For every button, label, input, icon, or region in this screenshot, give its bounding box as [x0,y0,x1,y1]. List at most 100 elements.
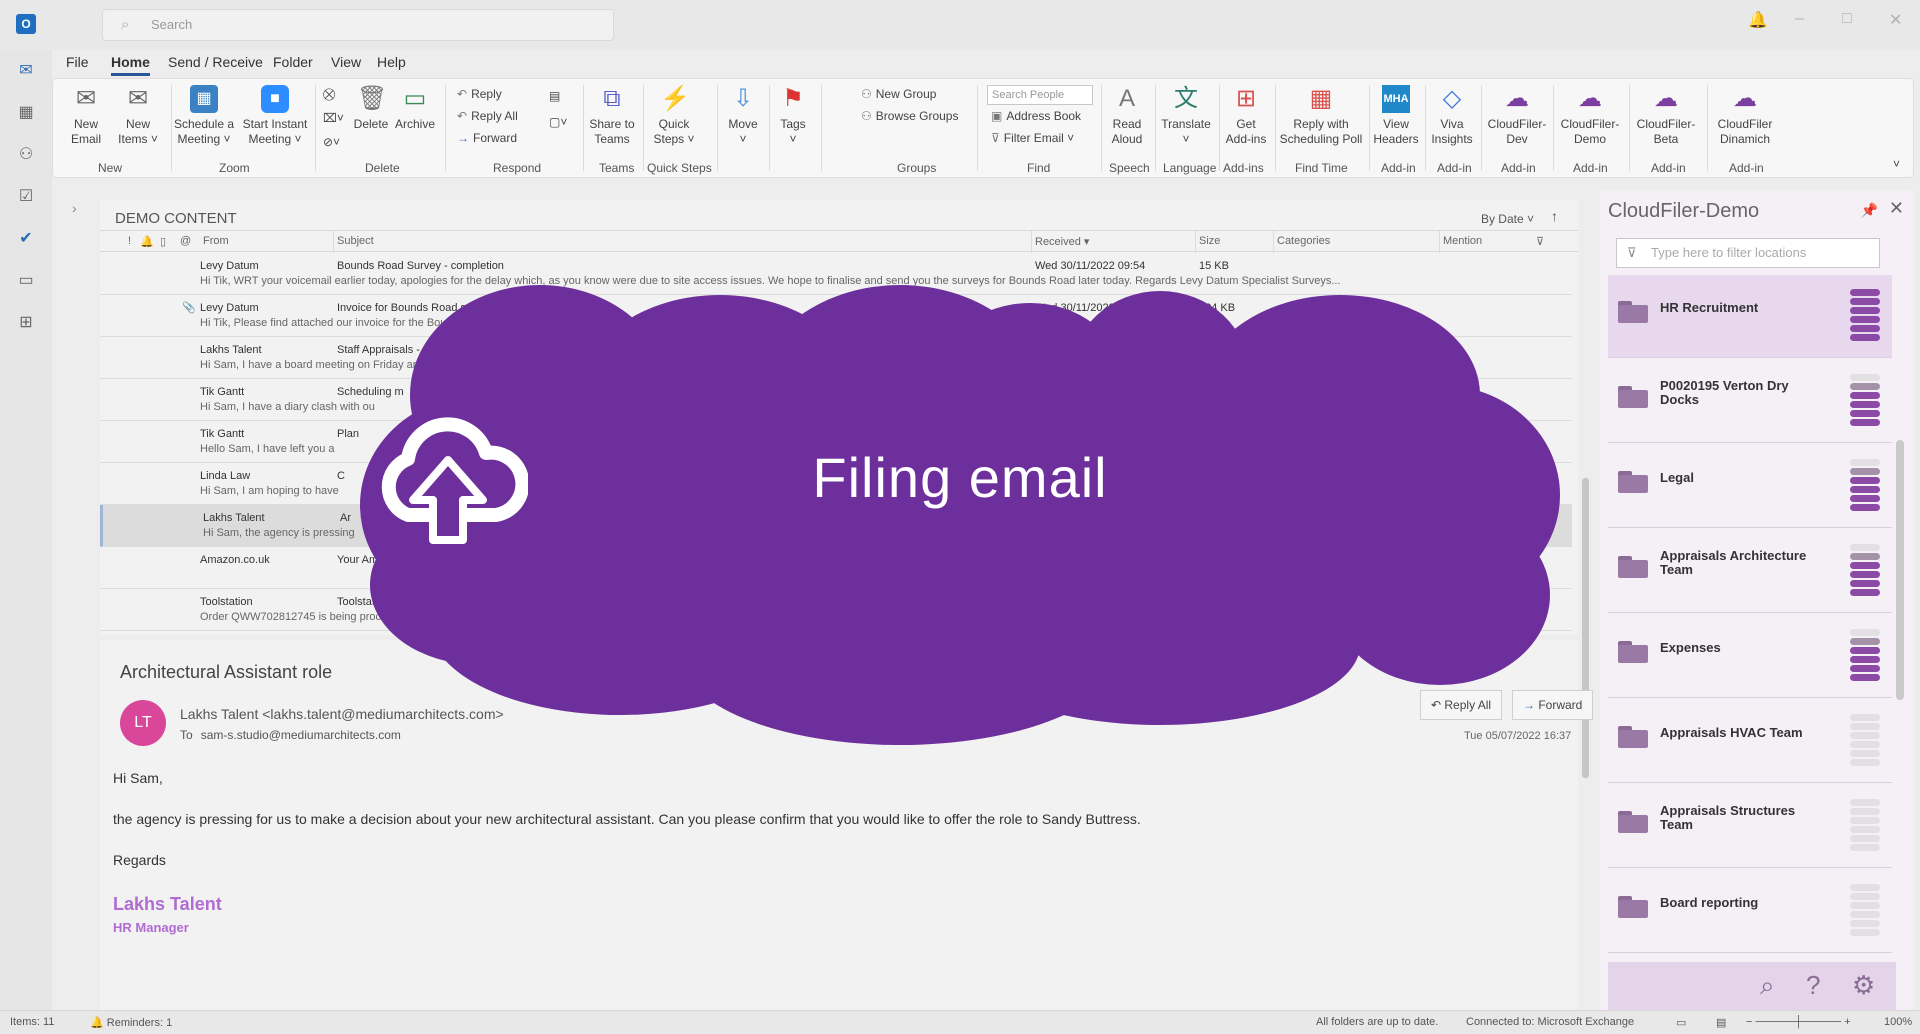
forward-button[interactable]: → Forward [1512,690,1594,720]
sort-direction-icon[interactable]: ↑ [1551,208,1558,224]
schedule-meeting-button[interactable]: ▦ Schedule a Meeting ˅ [169,85,239,147]
location-item[interactable]: Appraisals Architecture Team [1608,530,1892,613]
tags-button[interactable]: ⚑ Tags ˅ [773,85,813,147]
search-icon[interactable]: ⌕ [1760,970,1775,1002]
menu-help[interactable]: Help [377,54,406,70]
search-people-input[interactable]: Search People [987,85,1093,105]
cloudfiler-dinamich-button[interactable]: ☁ CloudFiler Dinamich [1711,85,1779,147]
bell-icon[interactable]: 🔔 [1748,10,1768,30]
col-from[interactable]: From [203,235,229,247]
location-item[interactable]: Appraisals Structures Team [1608,785,1892,868]
location-item[interactable]: Board reporting [1608,870,1892,953]
close-panel-icon[interactable]: ✕ [1889,198,1904,219]
table-row[interactable]: Levy Datum Invoice for Bounds Road survey… [100,295,1572,337]
forward-button[interactable]: → Forward [457,131,517,145]
col-received[interactable]: Received ▾ [1035,235,1089,248]
move-button[interactable]: ⇩ Move ˅ [723,85,763,147]
reply-all-button[interactable]: ↶ Reply All [457,109,518,123]
expand-folder-pane-icon[interactable]: › [72,200,77,216]
calendar-icon[interactable]: ▦ [16,102,36,122]
normal-view-icon[interactable]: ▭ [1676,1016,1686,1029]
settings-gear-icon[interactable]: ⚙ [1852,970,1875,1001]
reply-poll-button[interactable]: ▦ Reply with Scheduling Poll [1279,85,1363,147]
table-row[interactable]: Tik Gantt Scheduling m Hi Sam, I have a di… [100,379,1572,421]
ignore-icon[interactable]: ⛒ [323,87,335,102]
instant-meeting-button[interactable]: ■ Start Instant Meeting ˅ [239,85,311,147]
reminder-icon[interactable]: 🔔 [140,235,154,248]
menu-folder[interactable]: Folder [273,54,313,70]
mail-icon[interactable]: ✉ [16,60,36,80]
cloudfiler-beta-button[interactable]: ☁ CloudFiler- Beta [1633,85,1699,147]
menu-home[interactable]: Home [111,54,150,76]
table-row[interactable]: Lakhs Talent Staff Appraisals - deadline 2… [100,337,1572,379]
help-icon[interactable]: ? [1806,970,1820,1001]
zoom-slider[interactable]: − ─────┼───── + [1746,1016,1851,1028]
cloudfiler-dev-button[interactable]: ☁ CloudFiler- Dev [1485,85,1549,147]
reminders[interactable]: 🔔 Reminders: 1 [90,1016,172,1029]
folder-icon[interactable]: ▭ [16,270,36,290]
todo-icon[interactable]: ✔ [16,228,36,248]
sender[interactable]: Lakhs Talent <lakhs.talent@mediumarchite… [180,706,504,722]
location-item[interactable]: Expenses [1608,615,1892,698]
panel-scrollbar[interactable] [1894,430,1904,930]
minimize-icon[interactable]: – [1795,10,1804,28]
recipient[interactable]: sam-s.studio@mediumarchitects.com [201,728,401,742]
type-icon[interactable]: ▯ [160,235,166,248]
location-item[interactable]: Legal [1608,445,1892,528]
more-respond-icon[interactable]: ▢˅ [549,115,567,129]
table-row[interactable]: Toolstation Toolstation Order QWW702812745… [100,589,1572,631]
reading-view-icon[interactable]: ▤ [1716,1016,1726,1029]
importance-icon[interactable]: ! [128,235,131,247]
avatar[interactable]: LT [120,700,166,746]
col-categories[interactable]: Categories [1277,235,1330,247]
view-headers-button[interactable]: MHA View Headers [1373,85,1419,147]
browse-groups-button[interactable]: ⚇ Browse Groups [861,109,958,123]
quick-steps-button[interactable]: ⚡ Quick Steps ˅ [651,85,697,147]
menu-send-receive[interactable]: Send / Receive [168,54,263,70]
search-input[interactable]: ⌕ Search [102,9,614,41]
filter-email-button[interactable]: ⊽ Filter Email ˅ [991,131,1074,145]
delete-button[interactable]: 🗑 Delete [351,85,391,132]
translate-button[interactable]: 文 Translate ˅ [1159,85,1213,147]
address-book-button[interactable]: ▣ Address Book [991,109,1081,123]
table-row[interactable]: Linda Law C Hi Sam, I am hoping to have [100,463,1572,505]
table-row[interactable]: Levy Datum Bounds Road Survey - completio… [100,253,1572,295]
archive-button[interactable]: ▭ Archive [393,85,437,132]
viva-insights-button[interactable]: ◇ Viva Insights [1429,85,1475,147]
table-row[interactable]: Amazon.co.uk Your Ama [100,547,1572,589]
cloudfiler-demo-button[interactable]: ☁ CloudFiler- Demo [1557,85,1623,147]
apps-icon[interactable]: ⊞ [16,312,36,332]
new-email-button[interactable]: ✉ New Email [61,85,111,147]
people-icon[interactable]: ⚇ [16,144,36,164]
ribbon-expand-icon[interactable]: ˅ [1893,157,1900,171]
col-mention[interactable]: Mention [1443,235,1482,247]
junk-icon[interactable]: ⊘˅ [323,135,340,149]
new-items-button[interactable]: ✉ New Items ˅ [113,85,163,147]
filter-locations-input[interactable]: ⊽ Type here to filter locations [1616,238,1880,268]
reply-button[interactable]: ↶ Reply [457,87,502,101]
location-item[interactable]: Appraisals HVAC Team [1608,700,1892,783]
read-aloud-button[interactable]: A Read Aloud [1105,85,1149,147]
filter-icon[interactable]: ⊽ [1536,235,1544,248]
attachment-icon[interactable]: @ [180,235,191,247]
get-addins-button[interactable]: ⊞ Get Add-ins [1223,85,1269,147]
scroll-thumb[interactable] [1582,478,1589,778]
meeting-reply-icon[interactable]: ▤ [549,89,560,103]
table-row[interactable]: Lakhs Talent Ar Hi Sam, the agency is pres… [100,505,1572,547]
scroll-thumb[interactable] [1896,440,1904,700]
tasks-icon[interactable]: ☑ [16,186,36,206]
col-subject[interactable]: Subject [337,235,374,247]
sort-dropdown[interactable]: By Date ˅ [1481,212,1534,226]
cleanup-icon[interactable]: ⌧˅ [323,111,344,125]
close-icon[interactable]: ✕ [1889,10,1902,30]
maximize-icon[interactable]: □ [1842,10,1852,28]
list-scrollbar[interactable] [1580,438,1590,828]
menu-file[interactable]: File [66,54,89,70]
share-teams-button[interactable]: ⧉ Share to Teams [587,85,637,147]
pin-icon[interactable]: 📌 [1861,202,1878,219]
location-item[interactable]: P0020195 Verton Dry Docks [1608,360,1892,443]
table-row[interactable]: Tik Gantt Plan Hello Sam, I have left you … [100,421,1572,463]
location-item[interactable]: HR Recruitment [1608,275,1892,358]
reply-all-button[interactable]: ↶ Reply All [1420,690,1503,720]
menu-view[interactable]: View [331,54,361,70]
